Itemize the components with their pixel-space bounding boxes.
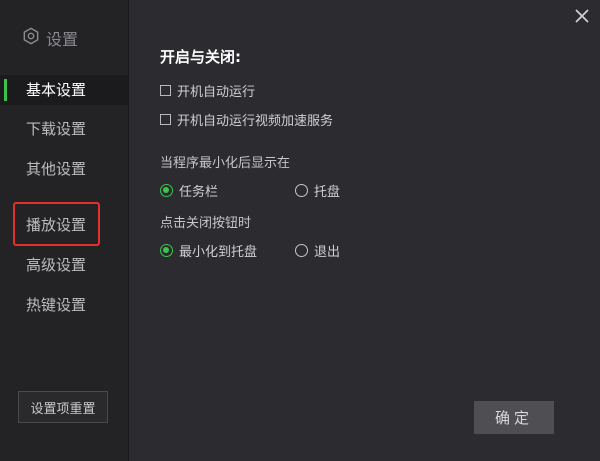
- sidebar: 设置 基本设置 下载设置 其他设置 播放设置 高级设置 热键设置 设置项重置: [0, 0, 129, 461]
- autostart-label: 开机自动运行: [177, 85, 256, 100]
- close-exit-label: 退出: [314, 245, 341, 260]
- section-title: 开启与关闭:: [160, 48, 241, 66]
- minimize-tray-label: 托盘: [314, 185, 341, 200]
- close-group-label: 点击关闭按钮时: [160, 216, 252, 231]
- sidebar-item-advanced[interactable]: 高级设置: [0, 250, 128, 280]
- close-exit-option[interactable]: 退出: [295, 241, 340, 260]
- minimize-taskbar-label: 任务栏: [179, 185, 219, 200]
- minimize-taskbar-radio[interactable]: [160, 184, 173, 197]
- minimize-group-label: 当程序最小化后显示在: [160, 156, 291, 171]
- settings-window: 设置 基本设置 下载设置 其他设置 播放设置 高级设置 热键设置 设置项重置 开…: [0, 0, 600, 461]
- settings-gear-icon: [22, 27, 40, 49]
- playback-highlight-box: [13, 202, 100, 246]
- close-to-tray-label: 最小化到托盘: [179, 245, 258, 260]
- sidebar-item-download[interactable]: 下载设置: [0, 114, 128, 144]
- autostart-accel-label: 开机自动运行视频加速服务: [177, 114, 334, 129]
- close-to-tray-option[interactable]: 最小化到托盘: [160, 241, 257, 260]
- autostart-checkbox[interactable]: [160, 85, 171, 96]
- sidebar-item-other[interactable]: 其他设置: [0, 154, 128, 184]
- reset-settings-button[interactable]: 设置项重置: [18, 391, 108, 423]
- close-to-tray-radio[interactable]: [160, 244, 173, 257]
- sidebar-item-basic[interactable]: 基本设置: [0, 75, 128, 105]
- minimize-taskbar-option[interactable]: 任务栏: [160, 181, 218, 200]
- autostart-accel-checkbox-row[interactable]: 开机自动运行视频加速服务: [160, 110, 333, 129]
- minimize-tray-option[interactable]: 托盘: [295, 181, 340, 200]
- ok-button[interactable]: 确定: [474, 401, 554, 434]
- window-title: 设置: [46, 30, 79, 49]
- autostart-accel-checkbox[interactable]: [160, 114, 171, 125]
- sidebar-item-hotkey[interactable]: 热键设置: [0, 290, 128, 320]
- autostart-checkbox-row[interactable]: 开机自动运行: [160, 81, 255, 100]
- close-icon[interactable]: [574, 8, 590, 24]
- close-exit-radio[interactable]: [295, 244, 308, 257]
- minimize-tray-radio[interactable]: [295, 184, 308, 197]
- window-brand: 设置: [22, 26, 78, 50]
